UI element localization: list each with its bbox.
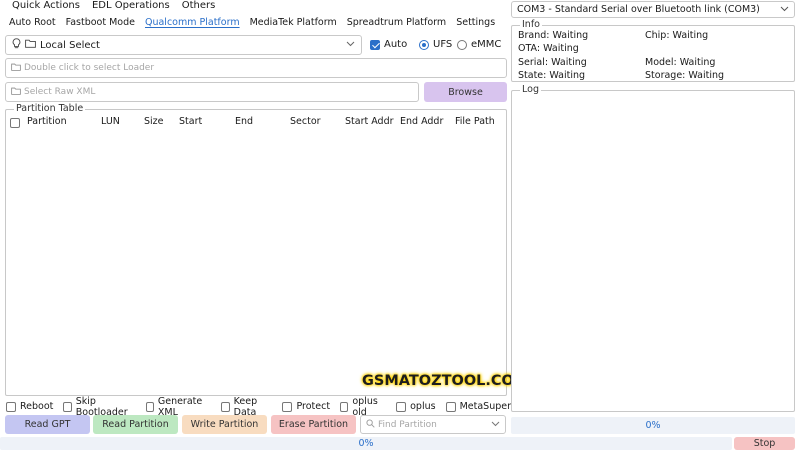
auto-option[interactable]: Auto — [370, 39, 407, 50]
platform-tabs: Auto Root Fastboot Mode Qualcomm Platfor… — [0, 16, 508, 32]
menu-quick-actions[interactable]: Quick Actions — [0, 0, 80, 14]
generate-xml-checkbox[interactable] — [145, 401, 154, 412]
info-state: State: Waiting — [518, 70, 586, 81]
skip-bootloader-checkbox[interactable] — [63, 401, 72, 412]
col-start-addr[interactable]: Start Addr — [345, 116, 394, 128]
ufs-label: UFS — [433, 39, 453, 50]
info-storage: Storage: Waiting — [645, 70, 725, 81]
info-serial: Serial: Waiting — [518, 57, 587, 68]
option-reboot[interactable]: Reboot — [6, 400, 53, 413]
stop-button[interactable]: Stop — [734, 437, 795, 450]
option-metasuper[interactable]: MetaSuper — [445, 400, 511, 413]
tab-mediatek-platform[interactable]: MediaTek Platform — [240, 16, 337, 32]
erase-partition-button[interactable]: Erase Partition — [271, 415, 356, 434]
find-partition-select[interactable]: Find Partition — [360, 415, 506, 434]
col-end[interactable]: End — [235, 116, 253, 128]
protect-checkbox[interactable] — [282, 401, 293, 412]
partition-table-title: Partition Table — [14, 103, 86, 115]
option-skip-bootloader[interactable]: Skip Bootloader — [63, 396, 135, 418]
reboot-label: Reboot — [20, 401, 54, 412]
emmc-label: eMMC — [471, 39, 502, 50]
reboot-checkbox[interactable] — [6, 401, 16, 412]
side-progress-text: 0% — [645, 420, 661, 431]
info-brand: Brand: Waiting — [518, 30, 589, 41]
info-chip: Chip: Waiting — [645, 30, 709, 41]
auto-label: Auto — [384, 39, 408, 50]
lightbulb-icon — [12, 38, 21, 52]
menu-bar: Quick Actions EDL Operations Others — [0, 0, 508, 14]
tab-settings[interactable]: Settings — [446, 16, 495, 32]
main-progress-bar: 0% — [0, 437, 732, 450]
raw-xml-placeholder: Select Raw XML — [24, 87, 96, 97]
read-gpt-button[interactable]: Read GPT — [5, 415, 90, 434]
info-model: Model: Waiting — [645, 57, 716, 68]
emmc-radio[interactable] — [457, 39, 467, 50]
metasuper-label: MetaSuper — [459, 401, 511, 412]
loader-path-placeholder: Double click to select Loader — [24, 63, 155, 73]
log-title: Log — [520, 84, 541, 96]
loader-path-field[interactable]: Double click to select Loader — [5, 58, 507, 78]
ufs-radio[interactable] — [419, 39, 429, 50]
port-select-value: COM3 - Standard Serial over Bluetooth li… — [517, 4, 760, 15]
write-partition-button[interactable]: Write Partition — [182, 415, 267, 434]
tab-qualcomm-platform[interactable]: Qualcomm Platform — [135, 16, 240, 32]
oplus-label: oplus — [410, 401, 436, 412]
read-partition-button[interactable]: Read Partition — [93, 415, 178, 434]
folder-icon — [25, 39, 36, 51]
info-ota: OTA: Waiting — [518, 43, 579, 54]
oplus-checkbox[interactable] — [396, 401, 407, 412]
col-size[interactable]: Size — [144, 116, 164, 128]
side-progress-bar: 0% — [511, 417, 795, 434]
raw-xml-field[interactable]: Select Raw XML — [5, 82, 419, 102]
ufs-option[interactable]: UFS — [419, 39, 452, 50]
loader-source-select[interactable]: Local Select — [5, 35, 362, 55]
option-oplus[interactable]: oplus — [396, 400, 436, 413]
protect-label: Protect — [296, 401, 331, 412]
port-select[interactable]: COM3 - Standard Serial over Bluetooth li… — [511, 1, 795, 18]
option-oplus-old[interactable]: oplus old — [340, 396, 386, 418]
emmc-option[interactable]: eMMC — [457, 39, 501, 50]
browse-button[interactable]: Browse — [424, 82, 507, 102]
tab-fastboot-mode[interactable]: Fastboot Mode — [56, 16, 135, 32]
search-icon — [366, 418, 375, 431]
keep-data-checkbox[interactable] — [221, 401, 230, 412]
col-start[interactable]: Start — [179, 116, 202, 128]
info-panel: Info Brand: Waiting Chip: Waiting OTA: W… — [511, 19, 795, 82]
chevron-down-icon — [780, 5, 789, 15]
folder-icon — [11, 63, 21, 74]
tab-auto-root[interactable]: Auto Root — [0, 16, 56, 32]
menu-edl-operations[interactable]: EDL Operations — [80, 0, 170, 14]
col-lun[interactable]: LUN — [101, 116, 120, 128]
menu-others[interactable]: Others — [170, 0, 216, 14]
watermark-text: GSMATOZTOOL.COM — [362, 373, 529, 389]
chevron-down-icon — [491, 420, 500, 430]
option-keep-data[interactable]: Keep Data — [221, 396, 272, 418]
option-protect[interactable]: Protect — [282, 400, 330, 413]
find-partition-placeholder: Find Partition — [378, 419, 437, 430]
col-sector[interactable]: Sector — [290, 116, 321, 128]
chevron-down-icon — [346, 40, 355, 50]
select-all-checkbox[interactable] — [10, 117, 20, 129]
main-progress-text: 0% — [358, 438, 374, 449]
tab-spreadtrum-platform[interactable]: Spreadtrum Platform — [337, 16, 446, 32]
option-generate-xml[interactable]: Generate XML — [145, 396, 212, 418]
col-end-addr[interactable]: End Addr — [400, 116, 443, 128]
metasuper-checkbox[interactable] — [445, 401, 456, 412]
loader-source-value: Local Select — [40, 39, 100, 51]
col-partition[interactable]: Partition — [27, 116, 67, 128]
partition-table-header: Partition LUN Size Start End Sector Star… — [10, 116, 502, 130]
log-panel[interactable]: Log — [511, 84, 795, 412]
partition-table: Partition Table Partition LUN Size Start… — [5, 103, 529, 396]
oplus-old-checkbox[interactable] — [340, 401, 349, 412]
auto-checkbox[interactable] — [370, 39, 380, 50]
options-row: Reboot Skip Bootloader Generate XML Keep… — [6, 396, 511, 418]
folder-icon — [11, 87, 21, 98]
col-file-path[interactable]: File Path — [455, 116, 495, 128]
